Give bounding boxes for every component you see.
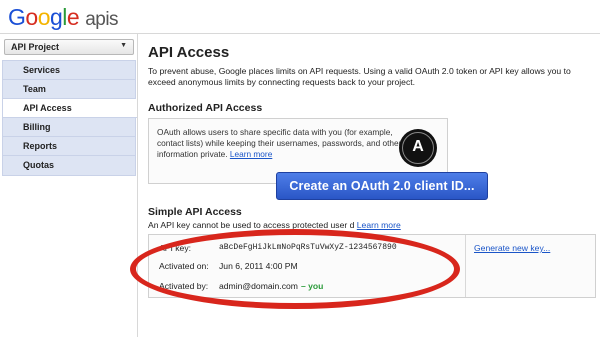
logo-letter-g: G [8,4,26,30]
project-select[interactable]: API Project ▼ [4,39,134,55]
logo-letter-o2: o [37,4,51,30]
sidebar-item-api-access[interactable]: API Access [3,99,137,118]
sidebar-item-reports[interactable]: Reports [3,137,135,156]
sidebar-item-quotas[interactable]: Quotas [3,156,135,175]
intro-text: To prevent abuse, Google places limits o… [148,66,571,87]
key-box-divider [465,235,466,297]
project-select-value: API Project [11,42,60,52]
sidebar: API Project ▼ Services Team API Access B… [0,34,140,337]
red-annotation-ellipse [130,229,460,309]
logo-letter-e: e [66,4,80,30]
sidebar-item-team[interactable]: Team [3,80,135,99]
oauth-description-text: OAuth allows users to share specific dat… [157,127,402,159]
generate-new-key-link[interactable]: Generate new key... [474,243,550,253]
simple-access-title: Simple API Access [148,206,242,218]
sidebar-divider [137,34,138,337]
logo-suffix: apis [85,9,119,30]
oauth-description: OAuth allows users to share specific dat… [157,127,405,160]
create-oauth-client-button[interactable]: Create an OAuth 2.0 client ID... [276,172,488,200]
logo-letter-g2: g [49,4,63,30]
oauth-logo-icon: A [399,129,437,167]
page-title: API Access [148,44,230,61]
chevron-down-icon: ▼ [120,42,127,49]
simple-desc-start: An API key [148,220,191,230]
google-apis-logo: Google apis [8,4,119,31]
sidebar-item-services[interactable]: Services [3,61,135,80]
authorized-access-title: Authorized API Access [148,102,263,114]
oauth-learn-more-link[interactable]: Learn more [230,149,272,159]
logo-letter-o1: o [25,4,38,30]
oauth-logo-letter: A [412,138,424,155]
sidebar-nav: Services Team API Access Billing Reports… [2,60,137,176]
sidebar-item-billing[interactable]: Billing [3,118,135,137]
simple-learn-more-link[interactable]: Learn more [357,220,401,230]
